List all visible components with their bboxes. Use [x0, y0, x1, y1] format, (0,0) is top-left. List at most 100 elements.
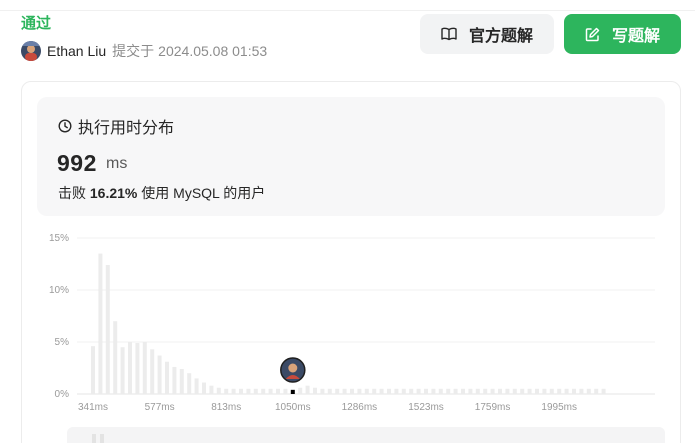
chart-bar[interactable] — [342, 388, 347, 394]
chart-bar[interactable] — [313, 387, 317, 394]
chart-bar[interactable] — [387, 388, 391, 394]
official-solution-label: 官方题解 — [468, 28, 533, 45]
chart-bar[interactable] — [394, 388, 399, 394]
chart-bar[interactable] — [549, 388, 554, 394]
chart-bar[interactable] — [283, 388, 288, 394]
chart-bar[interactable] — [98, 253, 103, 394]
chart-bar[interactable] — [91, 346, 95, 394]
x-tick-label: 1759ms — [475, 402, 511, 413]
top-divider — [0, 10, 695, 11]
chart-bar[interactable] — [120, 347, 125, 394]
chart-bar[interactable] — [261, 388, 266, 394]
chart-bar[interactable] — [379, 388, 384, 394]
chart-bar[interactable] — [105, 265, 110, 394]
chart-bar[interactable] — [298, 387, 303, 394]
y-tick-label: 5% — [55, 337, 70, 348]
chart-bar[interactable] — [335, 388, 340, 394]
chart-bar[interactable] — [535, 388, 539, 394]
avatar[interactable] — [21, 41, 41, 61]
chart-bar[interactable] — [357, 388, 362, 394]
chart-bar[interactable] — [128, 342, 132, 394]
chart-bar[interactable] — [135, 343, 140, 394]
runtime-panel[interactable]: 执行用时分布 992 ms 击败 16.21% 使用 MySQL 的用户 — [37, 97, 665, 216]
chart-bar[interactable] — [594, 388, 599, 394]
chart-bar[interactable] — [157, 355, 162, 394]
write-solution-label: 写题解 — [611, 28, 660, 45]
chart-bar[interactable] — [564, 388, 569, 394]
chart-bar[interactable] — [490, 388, 495, 394]
x-tick-label: 1523ms — [408, 402, 444, 413]
write-solution-button[interactable]: 写题解 — [564, 14, 681, 54]
author-name[interactable]: Ethan Liu — [47, 43, 106, 59]
runtime-distribution-chart[interactable]: 15% 10% 5% 0% 341ms 577ms 813ms 1050ms 1286ms 152… — [37, 228, 665, 418]
user-bar[interactable] — [290, 389, 295, 394]
submission-timestamp: 2024.05.08 01:53 — [158, 43, 268, 59]
chart-bar[interactable] — [165, 361, 169, 394]
memory-panel[interactable] — [67, 427, 665, 443]
chart-bar[interactable] — [409, 388, 414, 394]
chart-bar[interactable] — [572, 388, 576, 394]
beats-text: 击败 16.21% 使用 MySQL 的用户 — [58, 183, 265, 203]
chart-bar[interactable] — [475, 388, 480, 394]
chart-bar[interactable] — [350, 388, 354, 394]
chart-bar[interactable] — [246, 388, 251, 394]
user-avatar-marker[interactable] — [280, 357, 306, 383]
chart-bar[interactable] — [364, 388, 369, 394]
chart-bar[interactable] — [320, 388, 325, 394]
y-tick-label: 10% — [49, 285, 69, 296]
chart-bar[interactable] — [483, 388, 488, 394]
chart-bar[interactable] — [372, 388, 377, 394]
chart-bar[interactable] — [224, 388, 229, 394]
chart-bar[interactable] — [172, 366, 177, 394]
y-tick-label: 15% — [49, 233, 69, 244]
beats-suffix: 使用 MySQL 的用户 — [141, 185, 266, 201]
chart-bar[interactable] — [231, 388, 236, 394]
submission-meta: Ethan Liu 提交于 2024.05.08 01:53 — [21, 40, 267, 62]
chart-bar[interactable] — [276, 388, 280, 394]
chart-bar[interactable] — [461, 388, 465, 394]
chart-bar[interactable] — [579, 388, 584, 394]
x-tick-label: 1995ms — [541, 402, 577, 413]
chart-bar[interactable] — [527, 388, 532, 394]
user-marker[interactable] — [280, 357, 306, 383]
chart-bar[interactable] — [586, 388, 591, 394]
chart-bar[interactable] — [520, 388, 525, 394]
chart-bar[interactable] — [512, 388, 517, 394]
chart-bar[interactable] — [253, 388, 258, 394]
official-solution-button[interactable]: 官方题解 — [420, 14, 554, 54]
chart-bar[interactable] — [113, 321, 118, 394]
chart-bar[interactable] — [498, 388, 502, 394]
chart-bar[interactable] — [187, 373, 192, 394]
chart-bar[interactable] — [431, 388, 436, 394]
book-open-icon — [441, 27, 457, 41]
x-tick-label: 813ms — [211, 402, 241, 413]
memory-mini-bar — [100, 434, 104, 443]
chart-bar[interactable] — [424, 388, 428, 394]
chart-bar[interactable] — [327, 388, 332, 394]
chart-bar[interactable] — [438, 388, 443, 394]
chart-bar[interactable] — [416, 388, 421, 394]
chart-bar[interactable] — [216, 387, 221, 394]
chart-bar[interactable] — [179, 369, 184, 394]
chart-bar[interactable] — [202, 382, 206, 394]
runtime-title-text: 执行用时分布 — [78, 120, 175, 137]
memory-mini-bar — [92, 434, 96, 443]
chart-bar[interactable] — [194, 378, 199, 394]
chart-bar[interactable] — [209, 385, 214, 394]
chart-bar[interactable] — [142, 342, 147, 394]
chart-bar[interactable] — [557, 388, 562, 394]
chart-bar[interactable] — [150, 349, 155, 394]
clock-icon — [58, 119, 72, 133]
chart-bar[interactable] — [401, 388, 406, 394]
chart-bar[interactable] — [468, 388, 473, 394]
chart-bar[interactable] — [542, 388, 547, 394]
chart-bar[interactable] — [453, 388, 458, 394]
chart-bar[interactable] — [305, 385, 310, 394]
chart-bar[interactable] — [268, 388, 273, 394]
runtime-value: 992 — [57, 150, 97, 176]
x-tick-label: 341ms — [78, 402, 108, 413]
chart-bar[interactable] — [601, 388, 606, 394]
chart-bar[interactable] — [239, 388, 243, 394]
chart-bar[interactable] — [505, 388, 510, 394]
chart-bar[interactable] — [446, 388, 451, 394]
